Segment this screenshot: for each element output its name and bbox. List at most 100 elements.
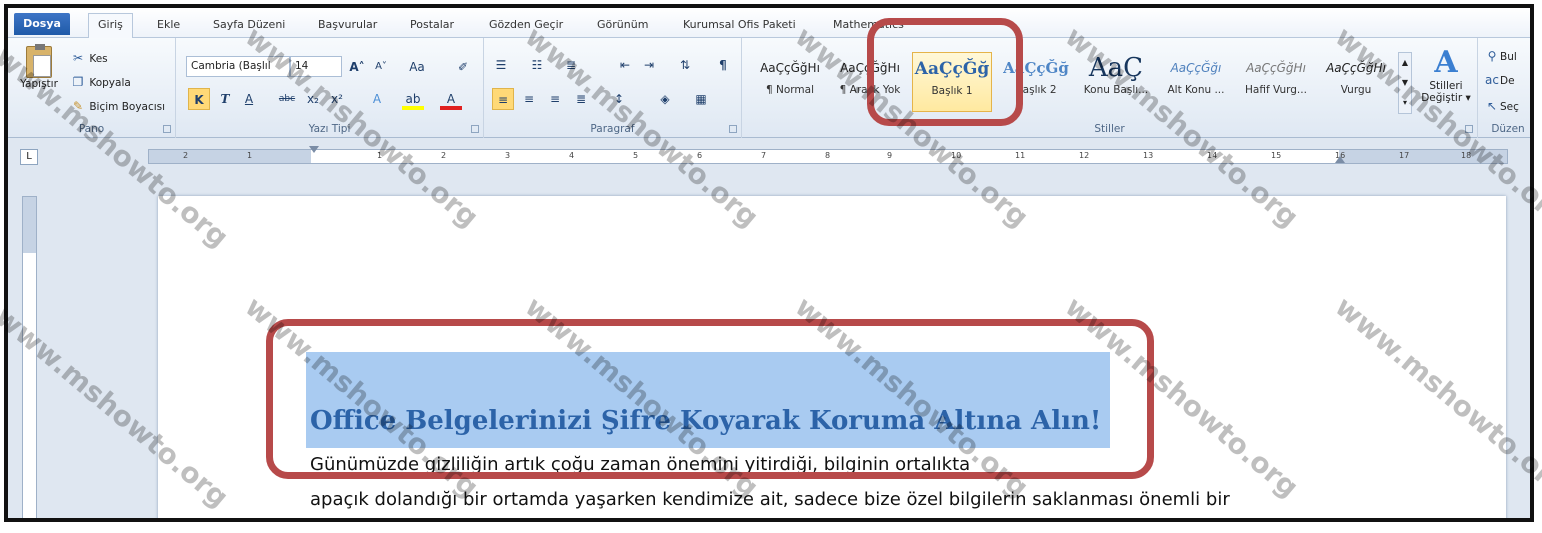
style-preview: AaÇ	[1088, 53, 1144, 83]
style-preview: AaÇçĞğHı	[760, 61, 820, 75]
vertical-ruler[interactable]	[22, 196, 37, 518]
font-dialog-launcher[interactable]	[471, 125, 479, 133]
highlight-color-icon[interactable]: ab	[402, 88, 424, 110]
styles-gallery-scroll[interactable]: ▲ ▼ ▾	[1398, 52, 1412, 114]
change-styles-button[interactable]: A Stilleri Değiştir ▾	[1416, 46, 1476, 105]
body-text-line[interactable]: apaçık dolandığı bir ortamda yaşarken ke…	[310, 489, 1230, 510]
editing-group-label: Düzen	[1491, 123, 1525, 135]
tab-references[interactable]: Başvurular	[309, 14, 386, 36]
style-name: Vurgu	[1340, 84, 1372, 96]
clipboard-icon	[26, 44, 52, 78]
ruler-number: 10	[951, 151, 962, 160]
underline-button[interactable]: A	[238, 88, 260, 110]
tab-mailings[interactable]: Postalar	[401, 14, 463, 36]
cut-button[interactable]: ✂ Kes	[70, 50, 108, 66]
styles-dialog-launcher[interactable]	[1465, 125, 1473, 133]
ruler-left-margin	[149, 150, 311, 163]
change-case-button[interactable]: Aa	[406, 56, 428, 78]
ruler-number: 6	[697, 151, 703, 160]
style-subtle-emphasis[interactable]: AaÇçĞğHı Hafif Vurg...	[1236, 52, 1316, 112]
ruler-right-margin	[1339, 150, 1507, 163]
italic-button[interactable]: T	[214, 88, 236, 110]
paste-button[interactable]: Yapıştır	[16, 44, 62, 90]
change-styles-label: Stilleri	[1429, 80, 1463, 92]
font-group: Cambria (Başlıl 14 A˄ A˅ Aa ✐ K T A abc …	[176, 38, 484, 138]
change-styles-label-2: Değiştir ▾	[1421, 92, 1471, 104]
clear-format-icon[interactable]: ✐	[452, 56, 474, 78]
style-name: Konu Başlı...	[1083, 84, 1149, 96]
ruler-number: 12	[1079, 151, 1090, 160]
font-group-label: Yazı Tipi	[308, 123, 351, 135]
heading1-style-highlight	[867, 18, 1023, 126]
paragraph-group-label: Paragraf	[590, 123, 635, 135]
tab-office-suite[interactable]: Kurumsal Ofis Paketi	[674, 14, 805, 36]
scissors-icon: ✂	[72, 51, 84, 65]
align-center-icon[interactable]: ≡	[518, 88, 540, 110]
strikethrough-button[interactable]: abc	[276, 88, 298, 110]
line-spacing-icon[interactable]: ↕	[608, 88, 630, 110]
find-button[interactable]: ⚲ Bul	[1484, 48, 1517, 64]
font-color-icon[interactable]: A	[440, 88, 462, 110]
styles-group: AaÇçĞğHı ¶ Normal AaÇçĞğHı ¶ Aralık Yok …	[742, 38, 1478, 138]
editing-group: ⚲ Bul acDe ↖ Seç Düzen	[1478, 38, 1530, 138]
justify-icon[interactable]: ≣	[570, 88, 592, 110]
tab-home[interactable]: Giriş	[88, 13, 133, 38]
styles-group-label: Stiller	[1094, 123, 1125, 135]
clipboard-group: Yapıştır ✂ Kes ❐ Kopyala ✎ Biçim Boyacıs…	[8, 38, 176, 138]
tab-file[interactable]: Dosya	[14, 13, 70, 35]
ruler-bar: L 2 1 1 2 3 4 5 6 7 8 9 10 11 12 13 14 1…	[8, 139, 1530, 165]
select-button[interactable]: ↖ Seç	[1484, 98, 1519, 114]
superscript-button[interactable]: x²	[326, 88, 348, 110]
ruler-number: 3	[505, 151, 511, 160]
align-right-icon[interactable]: ≡	[544, 88, 566, 110]
ruler-number: 1	[247, 151, 253, 160]
font-size-select[interactable]: 14	[290, 56, 342, 77]
format-painter-button[interactable]: ✎ Biçim Boyacısı	[70, 98, 165, 114]
borders-icon[interactable]: ▦	[690, 88, 712, 110]
increase-indent-icon[interactable]: ⇥	[638, 54, 660, 76]
style-normal[interactable]: AaÇçĞğHı ¶ Normal	[750, 52, 830, 112]
right-indent-marker[interactable]	[1335, 156, 1345, 163]
multilevel-list-icon[interactable]: ≣	[560, 54, 582, 76]
paragraph-group: ☰ ☷ ≣ ⇤ ⇥ ⇅ ¶ ≡ ≡ ≡ ≣ ↕ ◈ ▦ Paragraf	[484, 38, 742, 138]
font-name-select[interactable]: Cambria (Başlıl	[186, 56, 290, 77]
bold-button[interactable]: K	[188, 88, 210, 110]
style-emphasis[interactable]: AaÇçĞğHı Vurgu	[1316, 52, 1396, 112]
paste-label: Yapıştır	[20, 78, 58, 90]
ruler-number: 9	[887, 151, 893, 160]
tab-review[interactable]: Gözden Geçir	[480, 14, 572, 36]
shading-icon[interactable]: ◈	[654, 88, 676, 110]
numbering-icon[interactable]: ☷	[526, 54, 548, 76]
copy-button[interactable]: ❐ Kopyala	[70, 74, 131, 90]
ruler-number: 18	[1461, 151, 1472, 160]
paragraph-dialog-launcher[interactable]	[729, 125, 737, 133]
replace-button[interactable]: acDe	[1484, 72, 1515, 88]
style-preview: AaÇçĞğı	[1170, 61, 1222, 75]
copy-icon: ❐	[72, 75, 84, 89]
ruler-number: 13	[1143, 151, 1154, 160]
tab-page-layout[interactable]: Sayfa Düzeni	[204, 14, 294, 36]
bullets-icon[interactable]: ☰	[490, 54, 512, 76]
style-title[interactable]: AaÇ Konu Başlı...	[1076, 52, 1156, 112]
ribbon: Yapıştır ✂ Kes ❐ Kopyala ✎ Biçim Boyacıs…	[8, 38, 1530, 138]
subscript-button[interactable]: x₂	[302, 88, 324, 110]
ruler-number: 11	[1015, 151, 1026, 160]
first-line-indent-marker[interactable]	[309, 146, 319, 153]
align-left-icon[interactable]: ≡	[492, 88, 514, 110]
tab-insert[interactable]: Ekle	[148, 14, 189, 36]
decrease-indent-icon[interactable]: ⇤	[614, 54, 636, 76]
pilcrow-icon[interactable]: ¶	[712, 54, 734, 76]
grow-font-button[interactable]: A˄	[346, 56, 368, 78]
clipboard-dialog-launcher[interactable]	[163, 125, 171, 133]
shrink-font-button[interactable]: A˅	[370, 56, 392, 78]
tab-view[interactable]: Görünüm	[588, 14, 657, 36]
style-name: Hafif Vurg...	[1245, 84, 1307, 96]
replace-icon: ac	[1485, 73, 1499, 87]
horizontal-ruler[interactable]: 2 1 1 2 3 4 5 6 7 8 9 10 11 12 13 14 15 …	[148, 146, 1508, 164]
clipboard-group-label: Pano	[78, 123, 105, 135]
sort-icon[interactable]: ⇅	[674, 54, 696, 76]
tab-selector[interactable]: L	[20, 149, 38, 165]
text-effects-icon[interactable]: A	[366, 88, 388, 110]
style-subtitle[interactable]: AaÇçĞğı Alt Konu ...	[1156, 52, 1236, 112]
ruler-number: 15	[1271, 151, 1282, 160]
